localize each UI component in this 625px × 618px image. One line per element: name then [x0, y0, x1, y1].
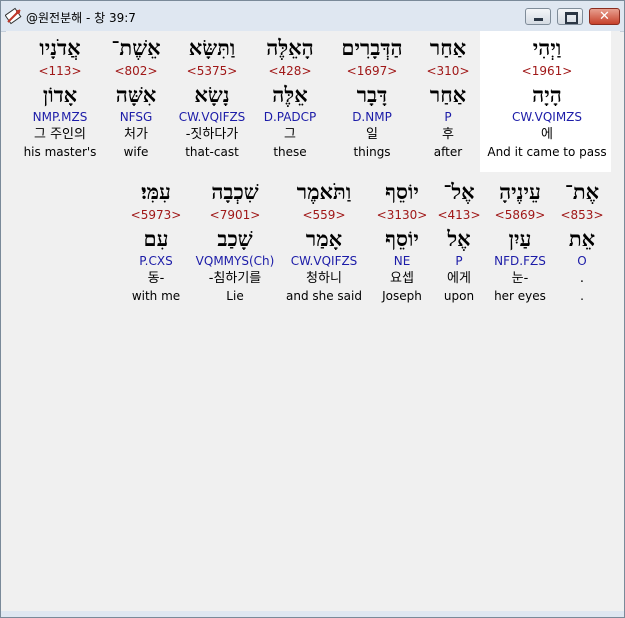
- minimize-button[interactable]: [525, 8, 551, 25]
- lemma-word: אָדוֹן: [42, 82, 78, 107]
- window-title: @원전분해 - 창 39:7: [26, 11, 136, 25]
- minimize-icon: [534, 18, 543, 21]
- window-bottom-border: [1, 611, 624, 617]
- morphology-code: P.CXS: [139, 254, 173, 268]
- app-icon: [5, 7, 22, 25]
- morphology-code: NMP.MZS: [32, 110, 88, 124]
- close-icon: ✕: [599, 9, 610, 24]
- maximize-icon: [565, 12, 578, 24]
- app-window: @원전분해 - 창 39:7 ✕ וַיְהִי <1961> הָיָה CW.VQ…: [0, 0, 625, 618]
- strong-number: <5973>: [130, 208, 182, 222]
- korean-gloss: 동-: [147, 271, 165, 286]
- analysis-panel: וַיְהִי <1961> הָיָה CW.VQIMZS 에 And it came …: [6, 31, 620, 611]
- english-gloss: with me: [131, 289, 181, 303]
- title-bar[interactable]: @원전분해 - 창 39:7 ✕: [1, 1, 624, 32]
- korean-gloss: 그 주인의: [34, 127, 86, 142]
- word-column[interactable]: אֲדֹנָיו <113> אָדוֹן NMP.MZS 그 주인의 his maste…: [1, 33, 120, 160]
- lemma-word: עִם: [143, 226, 169, 251]
- english-gloss: his master's: [23, 145, 97, 159]
- maximize-button[interactable]: [557, 8, 583, 25]
- word-column[interactable]: עִמִּי׃ <5973> עִם P.CXS 동-with me: [96, 177, 216, 304]
- hebrew-word: אֲדֹנָיו: [39, 35, 81, 60]
- strong-number: <113>: [38, 64, 82, 78]
- close-button[interactable]: ✕: [589, 8, 620, 25]
- hebrew-word: עִמִּי׃: [141, 179, 171, 204]
